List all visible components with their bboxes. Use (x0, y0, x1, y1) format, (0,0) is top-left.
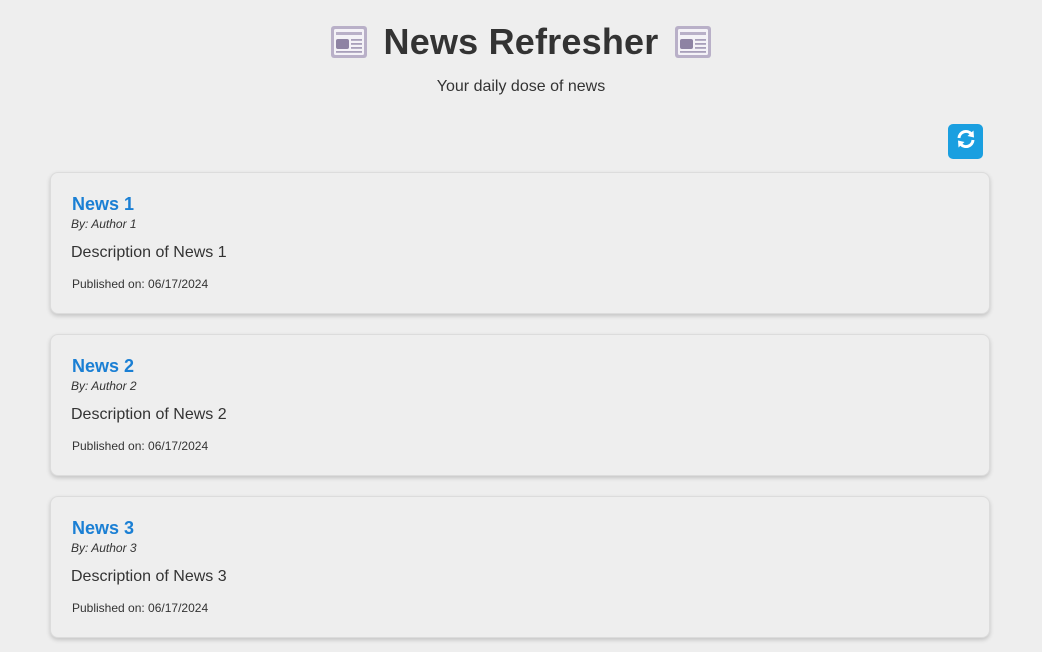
news-published-date: Published on: 06/17/2024 (72, 277, 209, 291)
news-card: News 3 By: Author 3 Description of News … (50, 496, 990, 638)
news-title-link[interactable]: News 3 (71, 517, 969, 539)
page-title: News Refresher (383, 21, 659, 62)
refresh-icon (954, 127, 978, 156)
page-subtitle: Your daily dose of news (436, 78, 606, 95)
news-title-link[interactable]: News 1 (71, 193, 969, 215)
newspaper-icon (674, 25, 712, 59)
news-list: News 1 By: Author 1 Description of News … (50, 172, 990, 652)
news-published-date: Published on: 06/17/2024 (72, 601, 209, 615)
news-author: By: Author 3 (71, 541, 137, 555)
news-description: Description of News 2 (71, 406, 227, 423)
title-row: News Refresher (0, 18, 1042, 66)
news-published-date: Published on: 06/17/2024 (72, 439, 209, 453)
news-title-link[interactable]: News 2 (71, 355, 969, 377)
news-author: By: Author 1 (71, 217, 137, 231)
news-description: Description of News 3 (71, 568, 227, 585)
news-author: By: Author 2 (71, 379, 137, 393)
news-card: News 1 By: Author 1 Description of News … (50, 172, 990, 314)
news-description: Description of News 1 (71, 244, 227, 261)
page: News Refresher Your daily dose of news N… (0, 0, 1042, 652)
newspaper-icon (330, 25, 368, 59)
news-card: News 2 By: Author 2 Description of News … (50, 334, 990, 476)
refresh-button[interactable] (948, 124, 983, 159)
